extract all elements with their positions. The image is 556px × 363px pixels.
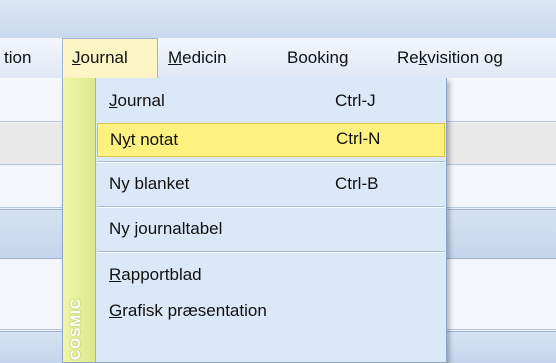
menu-item-grafisk-praesentation[interactable]: Grafisk præsentation <box>97 294 445 328</box>
menu-item-ny-blanket[interactable]: Ny blanket Ctrl-B <box>97 167 445 201</box>
shortcut-label: Ctrl-N <box>336 129 381 148</box>
menu-item-journal[interactable]: Journal <box>62 38 158 78</box>
menu-item-ny-journaltabel[interactable]: Ny journaltabel <box>97 212 445 246</box>
menu-separator <box>97 206 445 208</box>
journal-dropdown-menu: COSMIC Journal Ctrl-J Nyt notat Ctrl-N N… <box>62 78 447 363</box>
menu-item-registration[interactable]: tion <box>4 38 31 78</box>
menu-item-rekvisition[interactable]: Rekvisition og <box>397 38 503 78</box>
shortcut-label: Ctrl-B <box>335 174 379 193</box>
menu-item-nyt-notat[interactable]: Nyt notat Ctrl-N <box>97 123 445 157</box>
shortcut-label: Ctrl-J <box>335 91 376 110</box>
window-header-strip <box>0 0 556 38</box>
menu-separator <box>97 161 445 163</box>
menu-item-medicin[interactable]: Medicin <box>168 38 227 78</box>
menu-item-rapportblad[interactable]: Rapportblad <box>97 258 445 292</box>
side-banner-label: COSMIC <box>67 298 83 360</box>
menu-item-booking[interactable]: Booking <box>287 38 348 78</box>
menu-side-banner: COSMIC <box>63 78 96 362</box>
menu-bar: tion Journal Medicin Booking Rekvisition… <box>0 38 556 79</box>
menu-item-journal-open[interactable]: Journal Ctrl-J <box>97 84 445 118</box>
menu-separator <box>97 251 445 253</box>
